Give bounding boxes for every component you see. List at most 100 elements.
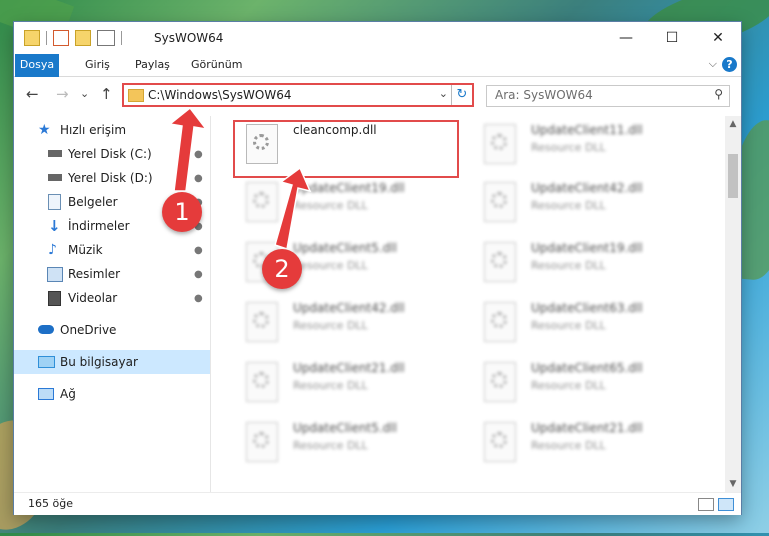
- file-item[interactable]: UpdateClient19.dll Resource DLL: [472, 236, 707, 292]
- sidebar-item-onedrive[interactable]: OneDrive: [14, 318, 210, 342]
- file-highlight-box: [233, 120, 459, 178]
- file-item[interactable]: UpdateClient5.dll Resource DLL: [234, 416, 469, 472]
- drive-icon: [48, 150, 62, 157]
- file-type: Resource DLL: [531, 259, 606, 272]
- customize-toolbar-icon[interactable]: [97, 30, 115, 46]
- ribbon-expand-icon[interactable]: ⌵: [709, 57, 717, 71]
- search-placeholder: Ara: SysWOW64: [495, 88, 593, 102]
- computer-icon: [38, 356, 55, 368]
- up-button[interactable]: ↑: [100, 85, 113, 103]
- sidebar-item-label: OneDrive: [60, 323, 117, 337]
- title-bar: SysWOW64 — ☐ ✕: [14, 22, 741, 54]
- file-name: UpdateClient19.dll: [293, 181, 405, 195]
- file-name: UpdateClient42.dll: [531, 181, 643, 195]
- sidebar-item-music[interactable]: ♪ Müzik ●: [14, 238, 210, 262]
- file-type: Resource DLL: [531, 199, 606, 212]
- status-bar: 165 öğe: [14, 492, 741, 515]
- sidebar-item-label: Hızlı erişim: [60, 123, 127, 137]
- details-view-icon[interactable]: [698, 498, 714, 511]
- drive-icon: [48, 174, 62, 181]
- navigation-pane: ★ Hızlı erişim Yerel Disk (C:) ● Yerel D…: [14, 116, 211, 492]
- file-name: UpdateClient63.dll: [531, 301, 643, 315]
- step-badge-1: 1: [162, 192, 202, 232]
- file-name: UpdateClient19.dll: [531, 241, 643, 255]
- search-icon: ⚲: [714, 87, 723, 101]
- minimize-button[interactable]: —: [603, 22, 649, 54]
- file-item[interactable]: UpdateClient21.dll Resource DLL: [234, 356, 469, 412]
- maximize-button[interactable]: ☐: [649, 22, 695, 54]
- sidebar-item-pictures[interactable]: Resimler ●: [14, 262, 210, 286]
- address-path[interactable]: C:\Windows\SysWOW64: [148, 88, 292, 102]
- sidebar-item-quick-access[interactable]: ★ Hızlı erişim: [14, 118, 210, 142]
- recent-locations-button[interactable]: ⌄: [80, 87, 89, 100]
- sidebar-item-disk-c[interactable]: Yerel Disk (C:) ●: [14, 142, 210, 166]
- separator: [121, 31, 122, 45]
- address-bar[interactable]: C:\Windows\SysWOW64 ⌄ ↻: [122, 83, 474, 107]
- file-type: Resource DLL: [293, 439, 368, 452]
- file-item[interactable]: UpdateClient21.dll Resource DLL: [472, 416, 707, 472]
- pin-icon[interactable]: ●: [194, 149, 203, 160]
- pin-icon[interactable]: ●: [194, 245, 203, 256]
- file-name: UpdateClient11.dll: [531, 123, 643, 137]
- sidebar-item-disk-d[interactable]: Yerel Disk (D:) ●: [14, 166, 210, 190]
- file-item[interactable]: UpdateClient19.dll Resource DLL: [234, 176, 469, 232]
- vertical-scrollbar[interactable]: ▲ ▼: [725, 116, 741, 492]
- new-folder-icon[interactable]: [75, 30, 91, 46]
- sidebar-item-label: Müzik: [68, 243, 103, 257]
- file-name: UpdateClient42.dll: [293, 301, 405, 315]
- tab-view[interactable]: Görünüm: [180, 54, 253, 76]
- sidebar-item-videos[interactable]: Videolar ●: [14, 286, 210, 310]
- file-name: UpdateClient21.dll: [293, 361, 405, 375]
- file-type: Resource DLL: [293, 199, 368, 212]
- file-type: Resource DLL: [293, 319, 368, 332]
- network-icon: [38, 388, 54, 400]
- ribbon-tabs: Dosya Giriş Paylaş Görünüm ⌵ ?: [14, 54, 741, 110]
- file-type: Resource DLL: [293, 259, 368, 272]
- tab-home[interactable]: Giriş: [74, 54, 121, 76]
- gear-icon: [491, 432, 507, 448]
- sidebar-item-network[interactable]: Ağ: [14, 382, 210, 406]
- gear-icon: [491, 192, 507, 208]
- gear-icon: [491, 312, 507, 328]
- folder-icon: [128, 89, 144, 102]
- scroll-down-button[interactable]: ▼: [725, 476, 741, 492]
- explorer-window: SysWOW64 — ☐ ✕ Dosya Giriş Paylaş Görünü…: [14, 22, 741, 515]
- forward-button[interactable]: →: [56, 85, 69, 103]
- back-button[interactable]: ←: [26, 85, 39, 103]
- refresh-button[interactable]: ↻: [451, 85, 472, 105]
- properties-icon[interactable]: [53, 30, 69, 46]
- sidebar-item-label: Ağ: [60, 387, 76, 401]
- tab-share[interactable]: Paylaş: [124, 54, 181, 76]
- sidebar-item-label: Resimler: [68, 267, 121, 281]
- separator: [46, 31, 47, 45]
- help-icon[interactable]: ?: [722, 57, 737, 72]
- gear-icon: [491, 134, 507, 150]
- file-item[interactable]: UpdateClient65.dll Resource DLL: [472, 356, 707, 412]
- sidebar-item-label: İndirmeler: [68, 219, 130, 233]
- file-name: UpdateClient5.dll: [293, 241, 397, 255]
- pin-icon[interactable]: ●: [194, 173, 203, 184]
- file-item[interactable]: UpdateClient11.dll Resource DLL: [472, 118, 707, 174]
- star-icon: ★: [38, 121, 51, 138]
- gear-icon: [253, 192, 269, 208]
- sidebar-item-this-pc[interactable]: Bu bilgisayar: [14, 350, 210, 374]
- gear-icon: [253, 432, 269, 448]
- file-item[interactable]: UpdateClient63.dll Resource DLL: [472, 296, 707, 352]
- gear-icon: [491, 372, 507, 388]
- close-button[interactable]: ✕: [695, 22, 741, 54]
- cloud-icon: [38, 325, 54, 334]
- sidebar-item-label: Yerel Disk (D:): [68, 171, 153, 185]
- sidebar-item-label: Videolar: [68, 291, 118, 305]
- large-icons-view-icon[interactable]: [718, 498, 734, 511]
- scroll-thumb[interactable]: [728, 154, 738, 198]
- file-type: Resource DLL: [531, 379, 606, 392]
- file-item[interactable]: UpdateClient42.dll Resource DLL: [472, 176, 707, 232]
- search-input[interactable]: Ara: SysWOW64 ⚲: [486, 85, 730, 107]
- file-name: UpdateClient65.dll: [531, 361, 643, 375]
- address-dropdown-icon[interactable]: ⌄: [439, 87, 448, 100]
- window-title: SysWOW64: [154, 31, 224, 45]
- pin-icon[interactable]: ●: [194, 269, 203, 280]
- pin-icon[interactable]: ●: [194, 293, 203, 304]
- scroll-up-button[interactable]: ▲: [725, 116, 741, 132]
- file-item[interactable]: UpdateClient42.dll Resource DLL: [234, 296, 469, 352]
